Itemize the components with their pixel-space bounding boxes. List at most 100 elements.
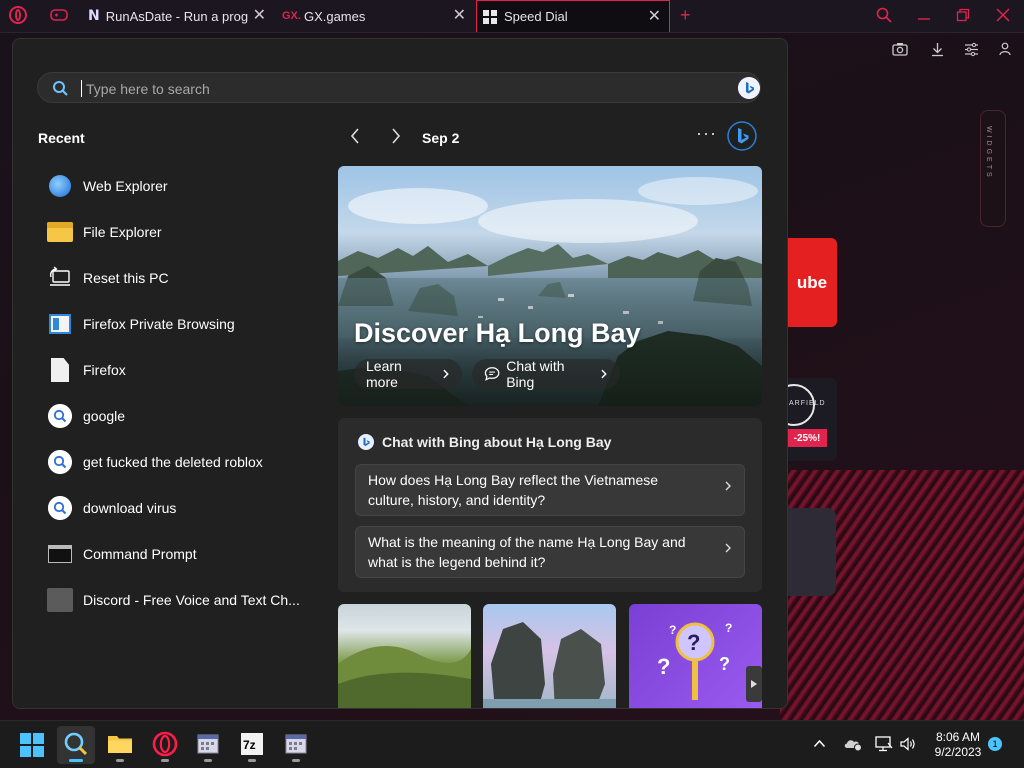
active-indicator xyxy=(69,759,83,762)
command-prompt-icon xyxy=(48,545,72,563)
web-search-icon xyxy=(48,404,72,428)
svg-text:?: ? xyxy=(657,654,670,679)
close-window-icon[interactable] xyxy=(996,8,1010,22)
bing-chat-header: Chat with Bing about Hạ Long Bay xyxy=(358,434,611,450)
minimize-icon[interactable] xyxy=(917,8,931,22)
chevron-right-icon xyxy=(601,369,608,379)
browser-search-icon[interactable] xyxy=(876,7,892,23)
next-day-icon[interactable] xyxy=(390,127,402,145)
learn-more-button[interactable]: Learn more xyxy=(354,358,462,390)
opera-gx-logo-icon[interactable] xyxy=(9,6,27,24)
youtube-tile-label: ube xyxy=(796,272,828,292)
volume-icon[interactable] xyxy=(900,737,916,751)
recent-item-discord[interactable]: Discord - Free Voice and Text Ch... xyxy=(47,577,327,623)
system-clock[interactable]: 8:06 AM 9/2/2023 xyxy=(925,730,991,760)
speed-dial-youtube-tile[interactable]: ube xyxy=(787,238,837,327)
text-cursor xyxy=(81,80,82,97)
taskbar-app-window[interactable] xyxy=(189,726,227,764)
search-input[interactable] xyxy=(84,78,688,100)
recent-item-file-explorer[interactable]: File Explorer xyxy=(47,209,327,255)
hero-title: Discover Hạ Long Bay xyxy=(354,318,641,348)
recent-item-download-virus[interactable]: download virus xyxy=(47,485,327,531)
more-options-icon[interactable]: ··· xyxy=(696,123,717,144)
hero-card-ha-long-bay[interactable]: Discover Hạ Long Bay Learn more Chat wit… xyxy=(338,166,762,406)
opera-gx-icon xyxy=(152,731,178,757)
network-icon[interactable] xyxy=(875,736,893,752)
taskbar-7zip[interactable]: 7z xyxy=(233,726,271,764)
show-hidden-icons-icon[interactable] xyxy=(813,739,826,748)
bing-chat-icon[interactable] xyxy=(738,77,760,99)
notification-badge[interactable]: 1 xyxy=(988,737,1002,751)
taskbar-file-explorer[interactable] xyxy=(101,726,139,764)
chat-with-bing-button[interactable]: Chat with Bing xyxy=(472,358,620,390)
clock-time: 8:06 AM xyxy=(935,730,981,744)
search-icon xyxy=(64,732,88,756)
taskbar-search[interactable] xyxy=(57,726,95,764)
bing-chat-header-text: Chat with Bing about Hạ Long Bay xyxy=(382,434,612,450)
easy-setup-icon[interactable] xyxy=(964,42,979,57)
new-tab-icon[interactable]: + xyxy=(680,5,691,26)
chevron-right-icon xyxy=(725,543,731,553)
web-search-icon xyxy=(48,496,72,520)
speed-dial-starfield-tile[interactable]: ARFIELD -25%! xyxy=(787,378,837,461)
download-icon[interactable] xyxy=(930,42,945,57)
7zip-icon: 7z xyxy=(241,733,263,755)
tab-runasdate[interactable]: N RunAsDate - Run a program ✕ xyxy=(82,0,274,32)
onedrive-icon[interactable] xyxy=(843,736,863,752)
recent-item-label: Web Explorer xyxy=(83,178,168,194)
speed-dial-card[interactable] xyxy=(787,508,836,596)
recent-item-reset-this-pc[interactable]: Reset this PC xyxy=(47,255,327,301)
previous-day-icon[interactable] xyxy=(349,127,361,145)
recent-item-label: Discord - Free Voice and Text Ch... xyxy=(83,592,300,608)
question-text: How does Hạ Long Bay reflect the Vietnam… xyxy=(368,472,659,508)
quiz-thumbnail-image: ????? xyxy=(657,621,732,700)
tab-close-icon[interactable]: ✕ xyxy=(648,9,661,25)
taskbar-opera-gx[interactable] xyxy=(146,726,184,764)
gamepad-icon[interactable] xyxy=(50,8,68,22)
starfield-tile-label: ARFIELD xyxy=(789,400,826,407)
search-box[interactable] xyxy=(37,72,761,103)
bing-question-culture[interactable]: How does Hạ Long Bay reflect the Vietnam… xyxy=(355,464,745,516)
widgets-sidebar[interactable]: WIDGETS xyxy=(980,110,1006,227)
running-indicator xyxy=(248,759,256,762)
restore-icon[interactable] xyxy=(956,8,970,22)
rocks-thumbnail-image xyxy=(483,622,616,708)
windows-logo-icon xyxy=(20,733,44,757)
recent-item-firefox-private[interactable]: Firefox Private Browsing xyxy=(47,301,327,347)
app-window-icon xyxy=(285,734,307,754)
recent-item-firefox[interactable]: Firefox xyxy=(47,347,327,393)
speed-dial-grid-icon xyxy=(483,9,497,24)
running-indicator xyxy=(292,759,300,762)
recent-item-label: Firefox xyxy=(83,362,126,378)
thumbnail-green-hills[interactable] xyxy=(338,604,471,708)
tab-speed-dial[interactable]: Speed Dial ✕ xyxy=(476,0,670,32)
folder-icon xyxy=(108,736,132,753)
recent-item-label: get fucked the deleted roblox xyxy=(83,454,263,470)
highlights-date: Sep 2 xyxy=(422,130,460,146)
discord-icon xyxy=(47,588,73,612)
account-icon[interactable] xyxy=(999,42,1011,56)
bing-question-legend[interactable]: What is the meaning of the name Hạ Long … xyxy=(355,526,745,578)
carousel-next-button[interactable] xyxy=(746,666,762,702)
thumbnail-rock-islets[interactable] xyxy=(483,604,616,708)
bing-small-icon xyxy=(358,434,374,450)
snapshot-camera-icon[interactable] xyxy=(892,42,908,56)
recent-item-roblox-search[interactable]: get fucked the deleted roblox xyxy=(47,439,327,485)
svg-text:7z: 7z xyxy=(243,738,256,752)
start-button[interactable] xyxy=(13,726,51,764)
chat-bubble-icon xyxy=(484,367,500,381)
bing-logo-icon[interactable] xyxy=(727,121,757,151)
recent-item-google[interactable]: google xyxy=(47,393,327,439)
discount-badge: -25%! xyxy=(787,429,827,447)
recent-item-web-explorer[interactable]: Web Explorer xyxy=(47,163,327,209)
tab-close-icon[interactable]: ✕ xyxy=(453,8,466,24)
recent-item-command-prompt[interactable]: Command Prompt xyxy=(47,531,327,577)
nirsoft-favicon-icon: N xyxy=(88,8,100,24)
gx-favicon-icon: GX. xyxy=(282,10,301,22)
tab-close-icon[interactable]: ✕ xyxy=(253,8,266,24)
tab-title: Speed Dial xyxy=(504,9,568,24)
taskbar-app-window-2[interactable] xyxy=(277,726,315,764)
recent-item-label: download virus xyxy=(83,500,177,516)
thumbnail-quiz[interactable]: ????? xyxy=(629,604,762,708)
tab-gx-games[interactable]: GX. GX.games ✕ xyxy=(278,0,474,32)
